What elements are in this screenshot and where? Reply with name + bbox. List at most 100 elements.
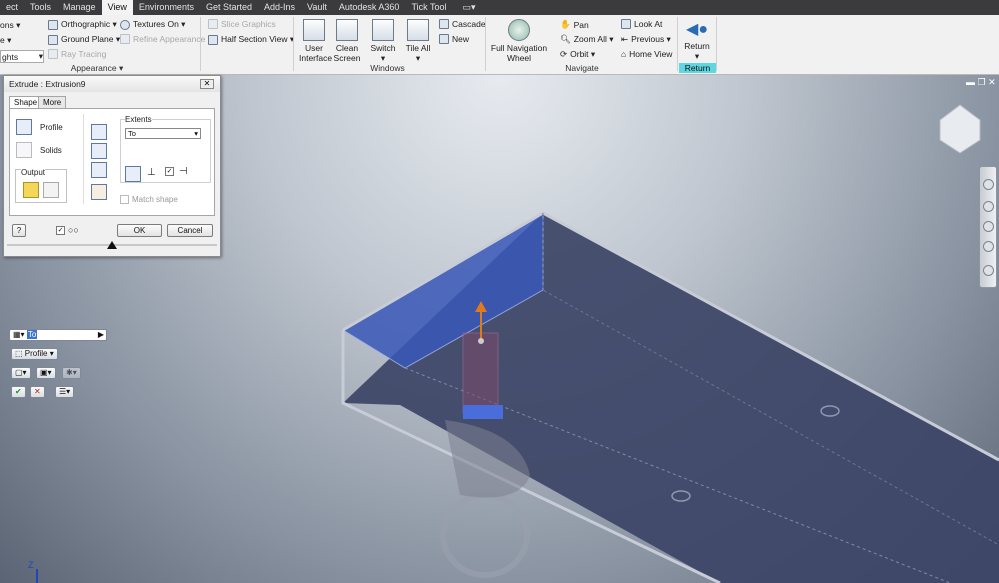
tab-environments[interactable]: Environments [133, 0, 200, 15]
clean-screen-icon [336, 19, 358, 41]
preview-checkbox[interactable]: ✓ [56, 226, 65, 235]
orbit-icon[interactable] [983, 241, 994, 252]
orthographic-icon [48, 19, 58, 30]
switch-label: Switch [370, 43, 396, 53]
chevron-down-icon: ▾ [380, 53, 386, 63]
minitoolbar-extents[interactable]: ▦▾ To ▶ [9, 329, 107, 341]
shape-panel: Profile Solids Output Extents To ▾ ⊥ ✓ ⊣ … [9, 108, 215, 216]
orbit-button[interactable]: ⟳ Orbit ▾ [560, 49, 595, 60]
ground-plane-button[interactable]: Ground Plane ▾ [48, 34, 120, 45]
full-navigation-wheel-button[interactable]: Full Navigation Wheel [490, 19, 548, 63]
minimize-icon[interactable]: ▬ [966, 77, 975, 87]
look-at-icon[interactable] [983, 265, 994, 276]
pan-hand-icon: ✋ [560, 19, 571, 29]
window-controls[interactable]: ▬ ❐ ✕ [966, 77, 996, 88]
pan-icon[interactable] [983, 201, 994, 212]
dialog-title[interactable]: Extrude : Extrusion9 [4, 76, 220, 92]
half-section-view-button[interactable]: Half Section View ▾ [208, 34, 294, 45]
tab-tick-tool[interactable]: Tick Tool [405, 0, 452, 15]
minitoolbar-operation-button[interactable]: ▣▾ [36, 367, 56, 379]
terminator-icon[interactable]: ⊥ [147, 167, 156, 178]
surface-output-icon[interactable] [43, 182, 59, 198]
minitoolbar-cancel-button[interactable]: ✕ [30, 386, 45, 398]
appearance-item-1[interactable]: e ▾ [0, 35, 11, 46]
cascade-label: Cascade [452, 19, 486, 29]
match-shape-checkbox[interactable] [120, 195, 129, 204]
tab-vault[interactable]: Vault [301, 0, 333, 15]
intersect-icon[interactable] [91, 162, 107, 178]
zoom-all-button[interactable]: 🔍︎ Zoom All ▾ [560, 34, 614, 45]
home-view-button[interactable]: ⌂ Home View [621, 49, 672, 59]
appearance-group-label[interactable]: Appearance ▾ [62, 63, 132, 74]
tile-all-button[interactable]: Tile All ▾ [404, 19, 432, 63]
tab-tools[interactable]: Tools [24, 0, 57, 15]
new-solid-icon[interactable] [91, 184, 107, 200]
tab-view[interactable]: View [101, 0, 133, 15]
solid-output-icon[interactable] [23, 182, 39, 198]
chevron-down-icon: ▾ [38, 51, 43, 61]
chevron-right-icon[interactable]: ▶ [98, 330, 104, 340]
minitoolbar-profile-button[interactable]: ⬚ Profile ▾ [11, 348, 58, 360]
cut-icon[interactable] [91, 143, 107, 159]
restore-icon[interactable]: ❐ [978, 77, 986, 87]
z-axis-label: Z [28, 560, 34, 570]
user-interface-button[interactable]: User Interface [299, 19, 332, 63]
ray-tracing-label: Ray Tracing [61, 49, 107, 59]
slider-handle-icon[interactable] [107, 241, 117, 249]
cancel-button[interactable]: Cancel [167, 224, 213, 237]
match-shape-label: Match shape [132, 195, 178, 204]
bracket-ring [440, 492, 530, 578]
slice-graphics-button[interactable]: Slice Graphics [208, 19, 276, 29]
return-arrow-icon: ◀● [686, 21, 708, 38]
extents-select[interactable]: To ▾ [125, 128, 201, 139]
ribbon-tab-bar: ect Tools Manage View Environments Get S… [0, 0, 999, 15]
refine-appearance-button[interactable]: Refine Appearance [120, 34, 205, 44]
ray-tracing-button[interactable]: Ray Tracing [48, 49, 106, 59]
clean-screen-button[interactable]: Clean Screen [333, 19, 361, 63]
extents-group: Extents To ▾ ⊥ ✓ ⊣ [120, 115, 211, 183]
previous-view-label: Previous ▾ [631, 34, 671, 44]
close-icon[interactable]: ✕ [200, 79, 214, 89]
close-icon[interactable]: ✕ [988, 77, 996, 87]
look-at-button[interactable]: Look At [621, 19, 662, 29]
refine-appearance-label: Refine Appearance [133, 34, 206, 44]
minitoolbar-ok-button[interactable]: ✔ [11, 386, 26, 398]
switch-button[interactable]: Switch ▾ [369, 19, 397, 63]
group-separator [716, 17, 717, 71]
solids-selector-icon[interactable] [16, 142, 32, 158]
appearance-lighting-select[interactable]: ghts ▾ [0, 50, 44, 63]
tab-autodesk-a360[interactable]: Autodesk A360 [333, 0, 406, 15]
tab-get-started[interactable]: Get Started [200, 0, 258, 15]
ok-button[interactable]: OK [117, 224, 162, 237]
minitoolbar-extents-value[interactable]: To [26, 330, 38, 339]
cascade-button[interactable]: Cascade [439, 19, 486, 29]
extend-checkbox[interactable]: ✓ [165, 167, 174, 176]
pan-button[interactable]: ✋ Pan [560, 19, 589, 30]
to-face-selector-icon[interactable] [125, 166, 141, 182]
tab-project[interactable]: ect [0, 0, 24, 15]
chevron-down-icon: ▾ [194, 129, 198, 138]
textures-on-button[interactable]: Textures On ▾ [120, 19, 185, 30]
return-button[interactable]: ◀● Return ▾ [681, 19, 713, 61]
join-icon[interactable] [91, 124, 107, 140]
minitoolbar-output-button[interactable]: ▢▾ [11, 367, 31, 379]
full-wheel-icon[interactable] [983, 179, 994, 190]
direction-icon[interactable]: ⊣ [179, 166, 188, 177]
help-button[interactable]: ? [12, 224, 26, 237]
tab-manage[interactable]: Manage [57, 0, 102, 15]
manipulator-handle[interactable] [478, 338, 484, 344]
new-window-button[interactable]: New [439, 34, 469, 44]
previous-view-button[interactable]: ⇤ Previous ▾ [621, 34, 671, 45]
orthographic-button[interactable]: Orthographic ▾ [48, 19, 117, 30]
tab-add-ins[interactable]: Add-Ins [258, 0, 301, 15]
appearance-item-0[interactable]: ons ▾ [0, 20, 20, 31]
cascade-icon [439, 19, 449, 29]
minitoolbar-disabled-button[interactable]: ✱▾ [62, 367, 81, 379]
viewcube-icon[interactable] [939, 104, 981, 154]
minitoolbar-options-button[interactable]: ☰▾ [55, 386, 75, 398]
ribbon-display-toggle[interactable]: ▭▾ [456, 0, 481, 15]
minitoolbar-profile-label: Profile [24, 349, 48, 358]
zoom-icon[interactable] [983, 221, 994, 232]
profile-selector-icon[interactable] [16, 119, 32, 135]
zoom-all-label: Zoom All ▾ [573, 34, 614, 44]
